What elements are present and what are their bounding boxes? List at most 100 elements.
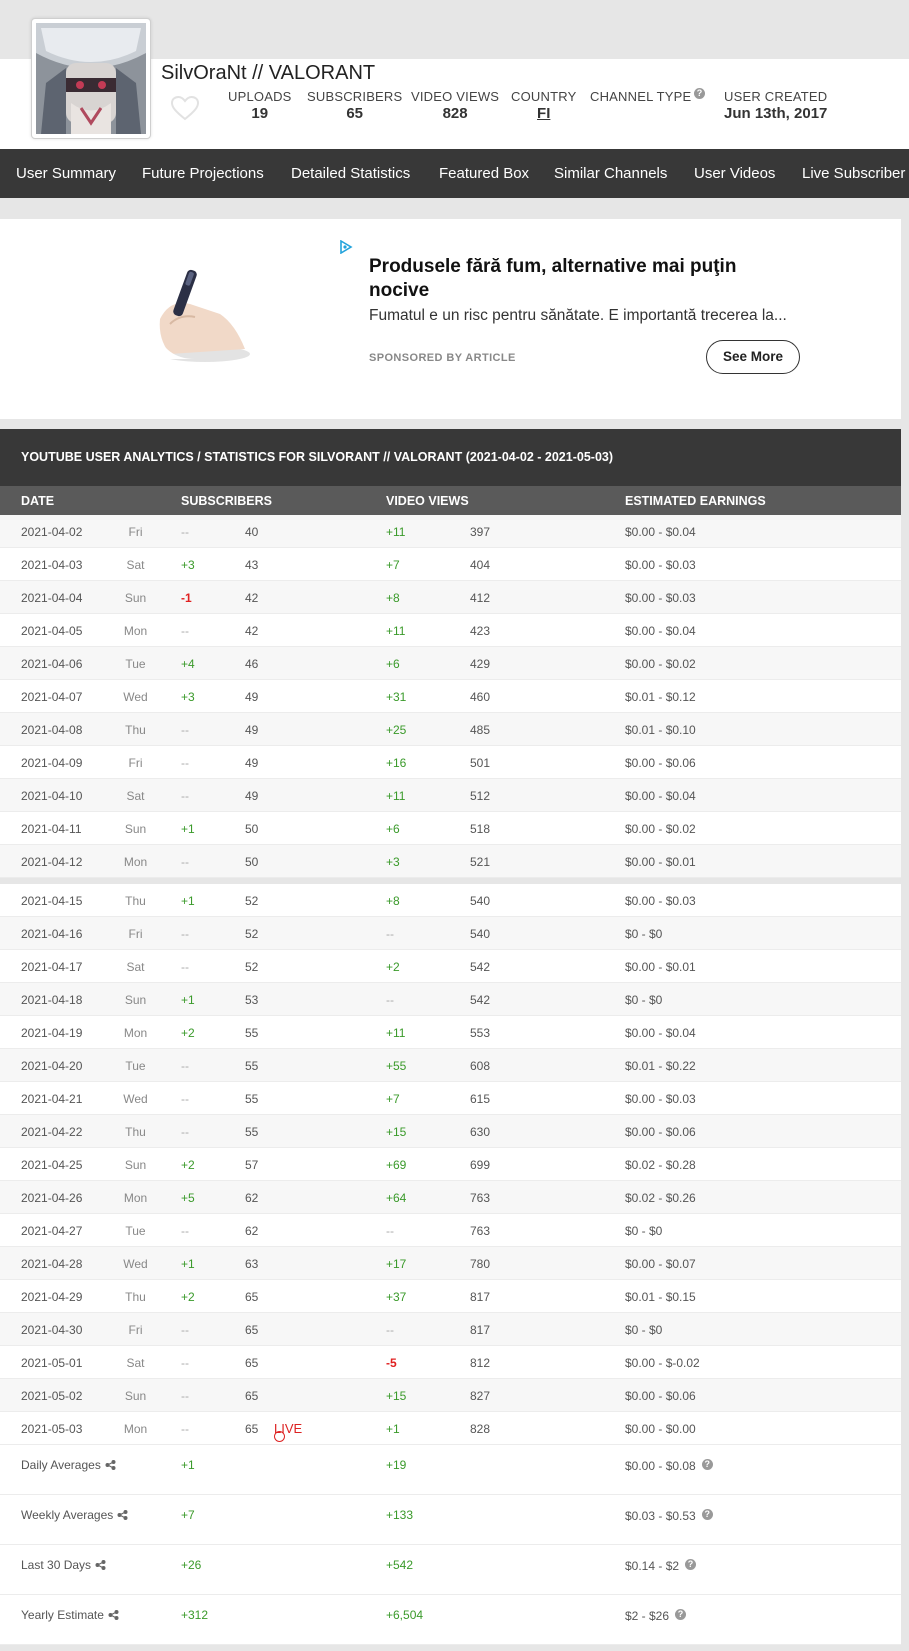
help-icon[interactable]: ?	[694, 88, 705, 99]
row-view-total: 429	[470, 657, 491, 671]
help-icon[interactable]: ?	[701, 1459, 713, 1470]
help-icon[interactable]: ?	[701, 1509, 713, 1520]
row-view-total: 780	[470, 1257, 491, 1271]
row-view-change: +11	[386, 789, 406, 803]
help-icon[interactable]: ?	[675, 1609, 687, 1620]
summary-label: Yearly Estimate	[21, 1608, 119, 1623]
row-date: 2021-05-01	[21, 1356, 83, 1370]
row-view-change: +11	[386, 1026, 406, 1040]
row-earnings: $0 - $0	[625, 1224, 663, 1238]
row-subscriber-total: 63	[245, 1257, 259, 1271]
row-day: Thu	[125, 723, 146, 737]
row-date: 2021-04-10	[21, 789, 83, 803]
row-date: 2021-04-22	[21, 1125, 83, 1139]
table-row: 2021-04-22 Thu -- 55 +15 630 $0.00 - $0.06	[0, 1115, 901, 1148]
ad-choices-icon[interactable]	[339, 239, 353, 259]
stat-label: CHANNEL TYPE	[590, 89, 692, 104]
stat-subscribers: SUBSCRIBERS 65	[307, 89, 402, 122]
channel-name: SilvOraNt // VALORANT	[161, 62, 376, 84]
row-subscriber-change: +3	[181, 558, 195, 572]
nav-future-projections[interactable]: Future Projections	[142, 165, 264, 182]
nav-featured-box[interactable]: Featured Box	[439, 165, 529, 182]
row-earnings: $0.00 - $0.03	[625, 558, 696, 572]
stats-table-title-bar: YOUTUBE USER ANALYTICS / STATISTICS FOR …	[0, 429, 901, 486]
table-row: 2021-04-25 Sun +2 57 +69 699 $0.02 - $0.28	[0, 1148, 901, 1181]
share-icon[interactable]	[105, 1459, 116, 1473]
share-icon[interactable]	[95, 1559, 106, 1573]
row-view-total: 608	[470, 1059, 491, 1073]
avatar[interactable]	[31, 18, 151, 139]
row-date: 2021-04-02	[21, 525, 83, 539]
live-indicator[interactable]: LIVE	[274, 1421, 302, 1442]
ad-description[interactable]: Fumatul e un risc pentru sănătate. E imp…	[369, 307, 799, 325]
row-subscriber-change: --	[181, 1092, 189, 1106]
row-subscriber-total: 49	[245, 723, 259, 737]
nav-similar-channels[interactable]: Similar Channels	[554, 165, 667, 182]
row-earnings: $0.00 - $0.06	[625, 1389, 696, 1403]
ad-title[interactable]: Produsele fără fum, alternative mai puţi…	[369, 255, 779, 303]
summary-earnings-text: $0.00 - $0.08	[625, 1459, 696, 1473]
row-earnings: $0 - $0	[625, 1323, 663, 1337]
row-date: 2021-04-05	[21, 624, 83, 638]
nav-user-summary[interactable]: User Summary	[16, 165, 116, 182]
row-day: Thu	[125, 1125, 146, 1139]
nav-user-videos[interactable]: User Videos	[694, 165, 775, 182]
stat-user-created: USER CREATED Jun 13th, 2017	[724, 89, 827, 122]
row-day: Mon	[123, 1026, 148, 1040]
country-link[interactable]: FI	[511, 105, 576, 122]
table-row: 2021-04-12 Mon -- 50 +3 521 $0.00 - $0.01	[0, 845, 901, 878]
row-view-total: 485	[470, 723, 491, 737]
table-row: 2021-04-28 Wed +1 63 +17 780 $0.00 - $0.07	[0, 1247, 901, 1280]
ad-see-more-button[interactable]: See More	[706, 340, 800, 374]
row-day: Sun	[124, 1389, 147, 1403]
row-earnings: $0.01 - $0.15	[625, 1290, 696, 1304]
stat-label: COUNTRY	[511, 89, 577, 104]
heart-icon[interactable]	[170, 95, 200, 126]
summary-label-text: Yearly Estimate	[21, 1608, 104, 1622]
row-view-total: 763	[470, 1191, 491, 1205]
row-day: Fri	[128, 927, 143, 941]
summary-earnings-text: $0.14 - $2	[625, 1559, 680, 1573]
summary-label: Weekly Averages	[21, 1508, 128, 1523]
row-earnings: $0.00 - $0.01	[625, 855, 696, 869]
row-subscriber-total: 43	[245, 558, 259, 572]
table-row: 2021-05-03 Mon -- 65 +1 828 $0.00 - $0.00 LIVE	[0, 1412, 901, 1445]
row-subscriber-total: 52	[245, 960, 259, 974]
row-view-change: +25	[386, 723, 407, 737]
row-day: Wed	[123, 690, 148, 704]
ad-image[interactable]	[150, 259, 260, 374]
row-subscriber-total: 40	[245, 525, 259, 539]
row-view-total: 404	[470, 558, 491, 572]
nav-detailed-statistics[interactable]: Detailed Statistics	[291, 165, 410, 182]
row-subscriber-change: --	[181, 1323, 189, 1337]
row-view-total: 397	[470, 525, 491, 539]
row-earnings: $0 - $0	[625, 927, 663, 941]
row-day: Fri	[128, 1323, 143, 1337]
row-earnings: $0.00 - $0.03	[625, 1092, 696, 1106]
stat-uploads: UPLOADS 19	[228, 89, 292, 122]
table-row: 2021-04-02 Fri -- 40 +11 397 $0.00 - $0.04	[0, 515, 901, 548]
row-subscriber-total: 55	[245, 1026, 259, 1040]
table-row: 2021-04-07 Wed +3 49 +31 460 $0.01 - $0.12	[0, 680, 901, 713]
share-icon[interactable]	[117, 1509, 128, 1523]
share-icon[interactable]	[108, 1609, 119, 1623]
row-date: 2021-04-19	[21, 1026, 83, 1040]
summary-row: Daily Averages +1 +19 $0.00 - $0.08?	[0, 1445, 901, 1495]
row-date: 2021-04-29	[21, 1290, 83, 1304]
row-subscriber-change: --	[181, 789, 189, 803]
help-icon[interactable]: ?	[685, 1559, 697, 1570]
summary-views: +542	[386, 1558, 414, 1572]
nav-live-subscriber-count[interactable]: Live Subscriber C	[802, 165, 909, 182]
row-earnings: $0.00 - $0.03	[625, 894, 696, 908]
row-earnings: $0.01 - $0.22	[625, 1059, 696, 1073]
row-subscriber-change: --	[181, 1356, 189, 1370]
column-date: DATE	[21, 494, 55, 508]
stat-label: SUBSCRIBERS	[307, 89, 403, 104]
row-view-change: +2	[386, 960, 400, 974]
row-view-total: 521	[470, 855, 491, 869]
ad-banner[interactable]: Produsele fără fum, alternative mai puţi…	[0, 219, 901, 419]
nav-bar: User Summary Future Projections Detailed…	[0, 149, 909, 198]
row-date: 2021-04-16	[21, 927, 83, 941]
row-subscriber-change: --	[181, 855, 189, 869]
row-subscriber-change: -1	[181, 591, 192, 605]
